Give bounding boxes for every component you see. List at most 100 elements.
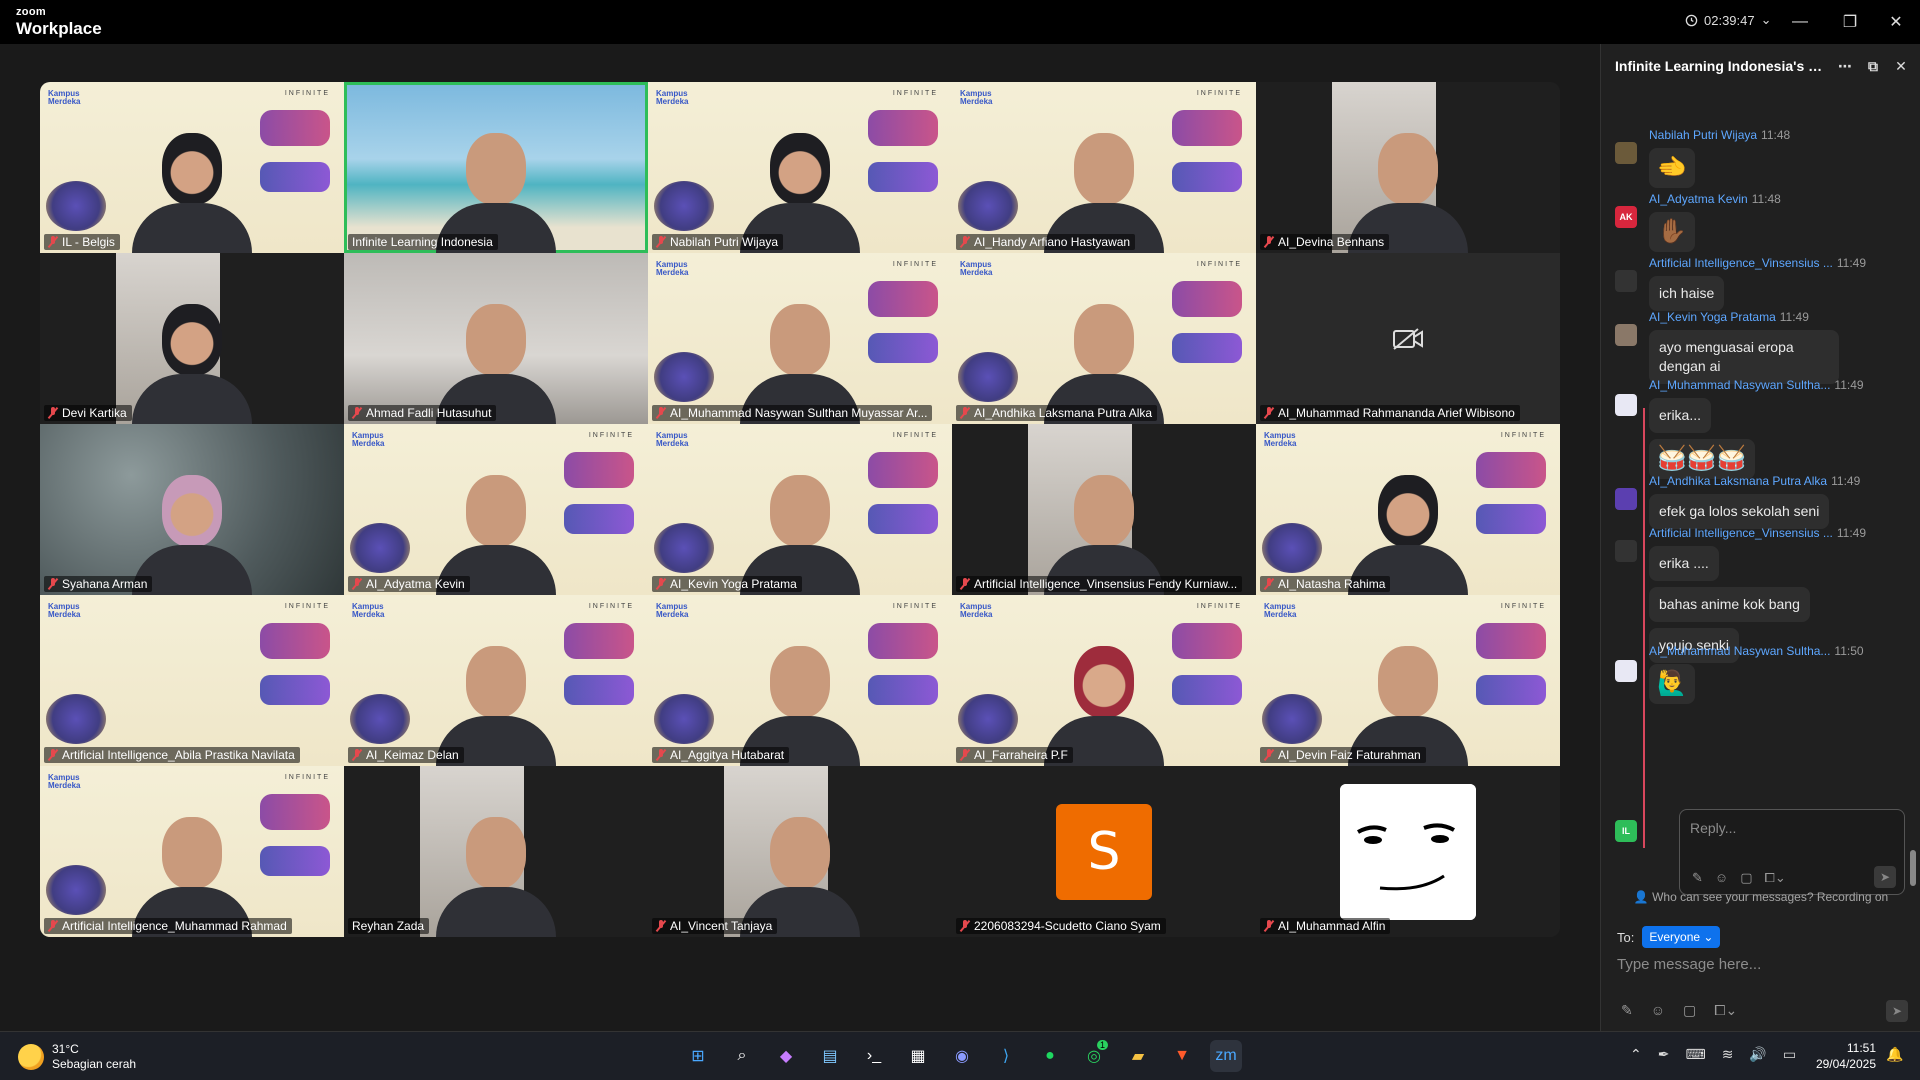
participant-tile[interactable]: Ahmad Fadli Hutasuhut	[344, 253, 648, 424]
screenshot-icon[interactable]: ⧠⌄	[1764, 870, 1785, 886]
chat-title: Infinite Learning Indonesia's Pers...	[1615, 58, 1826, 74]
meeting-timer[interactable]: 02:39:47 ⌄	[1685, 12, 1772, 28]
participant-tile[interactable]: Kampus Merdeka INFINITE AI_Aggitya Hutabara…	[648, 595, 952, 766]
kampus-merdeka-logo: Kampus Merdeka	[656, 602, 689, 619]
discord-icon[interactable]: ◉	[946, 1040, 978, 1072]
windows-start-icon[interactable]: ⊞	[682, 1040, 714, 1072]
participant-tile[interactable]: Kampus Merdeka INFINITE AI_Muhammad Nasywan…	[648, 253, 952, 424]
message-text: ayo menguasai eropa dengan ai	[1649, 330, 1839, 384]
participant-tile[interactable]: AI_Devina Benhans	[1256, 82, 1560, 253]
send-button[interactable]: ➤	[1886, 1000, 1908, 1022]
recipient-dropdown[interactable]: Everyone ⌄	[1642, 926, 1721, 948]
poster-graphic	[260, 846, 330, 876]
format-icon[interactable]: ✎	[1692, 870, 1703, 886]
search-icon[interactable]: ⌕	[726, 1040, 758, 1072]
chat-message-list[interactable]: Nabilah Putri Wijaya 11:48 🫲 AK AI_Adyatm…	[1601, 88, 1920, 848]
participant-tile[interactable]: Kampus Merdeka INFINITE Artificial Intellig…	[40, 766, 344, 937]
poster-graphic	[868, 623, 938, 659]
system-clock[interactable]: 11:51 29/04/2025	[1800, 1040, 1876, 1072]
vscode-icon[interactable]: ⟩	[990, 1040, 1022, 1072]
message-text: erika...	[1649, 398, 1712, 433]
mic-muted-icon	[1264, 578, 1274, 590]
participant-tile[interactable]: AI_Muhammad Rahmananda Arief Wibisono	[1256, 253, 1560, 424]
poster-graphic	[564, 452, 634, 488]
reply-send-button[interactable]: ➤	[1874, 866, 1896, 888]
poster-mascot	[654, 694, 714, 744]
brave-icon[interactable]: ▼	[1166, 1040, 1198, 1072]
copilot-icon[interactable]: ◆	[770, 1040, 802, 1072]
participant-tile[interactable]: Kampus Merdeka INFINITE AI_Keimaz Delan	[344, 595, 648, 766]
chat-message[interactable]: AI_Kevin Yoga Pratama 11:49 ayo menguasai…	[1649, 310, 1909, 384]
participant-tile[interactable]: Kampus Merdeka INFINITE AI_Andhika Laksmana…	[952, 253, 1256, 424]
chat-message[interactable]: AI_Muhammad Nasywan Sultha... 11:49 erika…	[1649, 378, 1909, 479]
popout-icon[interactable]: ⧉	[1864, 58, 1882, 75]
pen-icon[interactable]: ✒	[1658, 1046, 1670, 1063]
infinite-logo: INFINITE	[588, 432, 634, 439]
wifi-icon[interactable]: ≋	[1722, 1046, 1734, 1063]
timer-text: 02:39:47	[1704, 12, 1755, 28]
participant-tile[interactable]: Kampus Merdeka INFINITE AI_Adyatma Kevin	[344, 424, 648, 595]
participant-name: AI_Aggitya Hutabarat	[670, 748, 785, 762]
notification-icon[interactable]: 🔔	[1886, 1046, 1903, 1063]
participant-tile[interactable]: Kampus Merdeka INFINITE AI_Kevin Yoga Prata…	[648, 424, 952, 595]
participant-name-tag: AI_Farraheira P.F	[956, 747, 1073, 763]
participant-tile[interactable]: Infinite Learning Indonesia	[344, 82, 648, 253]
chat-message[interactable]: AI_Andhika Laksmana Putra Alka 11:49 efek…	[1649, 474, 1909, 529]
infinite-logo: INFINITE	[1196, 90, 1242, 97]
kampus-merdeka-logo: Kampus Merdeka	[1264, 602, 1297, 619]
reply-input[interactable]: Reply... ✎ ☺ ▢ ⧠⌄ ➤	[1679, 809, 1905, 895]
format-icon[interactable]: ✎	[1621, 1002, 1633, 1019]
file-icon[interactable]: ▢	[1683, 1002, 1696, 1019]
file-explorer-icon[interactable]: ▰	[1122, 1040, 1154, 1072]
screenshot-icon[interactable]: ⧠⌄	[1714, 1002, 1737, 1019]
participant-tile[interactable]: AI_Muhammad Alfin	[1256, 766, 1560, 937]
poster-graphic	[260, 623, 330, 659]
participant-tile[interactable]: Syahana Arman	[40, 424, 344, 595]
participant-tile[interactable]: Kampus Merdeka INFINITE AI_Handy Arfiano Ha…	[952, 82, 1256, 253]
emoji-icon[interactable]: ☺	[1651, 1002, 1665, 1019]
calculator-icon[interactable]: ▦	[902, 1040, 934, 1072]
chat-message[interactable]: Artificial Intelligence_Vinsensius ... 11…	[1649, 256, 1909, 311]
restore-button[interactable]: ❐	[1834, 8, 1866, 36]
participant-tile[interactable]: Kampus Merdeka INFINITE AI_Devin Faiz Fatur…	[1256, 595, 1560, 766]
participant-tile[interactable]: S 2206083294-Scudetto Ciano Syam	[952, 766, 1256, 937]
battery-icon[interactable]: ▭	[1783, 1046, 1796, 1063]
chat-message[interactable]: Artificial Intelligence_Vinsensius ... 11…	[1649, 526, 1909, 663]
visibility-notice[interactable]: 👤 Who can see your messages? Recording o…	[1601, 890, 1920, 904]
participant-name-tag: AI_Kevin Yoga Pratama	[652, 576, 802, 592]
emoji-icon[interactable]: ☺	[1715, 870, 1728, 886]
close-button[interactable]: ✕	[1880, 8, 1912, 36]
participant-tile[interactable]: AI_Vincent Tanjaya	[648, 766, 952, 937]
weather-widget[interactable]: 31°C Sebagian cerah	[18, 1042, 136, 1072]
file-icon[interactable]: ▢	[1740, 870, 1752, 886]
terminal-icon[interactable]: ›_	[858, 1040, 890, 1072]
chat-message[interactable]: AI_Muhammad Nasywan Sultha... 11:50 🙋‍♂️	[1649, 644, 1909, 704]
chat-message[interactable]: Nabilah Putri Wijaya 11:48 🫲	[1649, 128, 1909, 188]
participant-name: Infinite Learning Indonesia	[352, 235, 493, 249]
volume-icon[interactable]: 🔊	[1749, 1046, 1766, 1063]
spotify-icon[interactable]: ●	[1034, 1040, 1066, 1072]
avatar	[1615, 270, 1637, 292]
minimize-button[interactable]: —	[1784, 8, 1816, 36]
message-input[interactable]: Type message here...	[1617, 956, 1761, 973]
chevron-up-icon[interactable]: ⌃	[1630, 1046, 1642, 1063]
zoom-icon[interactable]: zm	[1210, 1040, 1242, 1072]
participant-tile[interactable]: Kampus Merdeka INFINITE Artificial Intellig…	[40, 595, 344, 766]
participant-tile[interactable]: Kampus Merdeka INFINITE AI_Natasha Rahima	[1256, 424, 1560, 595]
close-icon[interactable]: ✕	[1892, 58, 1910, 75]
participant-tile[interactable]: Kampus Merdeka INFINITE IL - Belgis	[40, 82, 344, 253]
participant-tile[interactable]: Kampus Merdeka INFINITE AI_Farraheira P.F	[952, 595, 1256, 766]
keyboard-icon[interactable]: ⌨	[1685, 1046, 1705, 1063]
notepad-icon[interactable]: ▤	[814, 1040, 846, 1072]
chat-message[interactable]: AI_Adyatma Kevin 11:48 ✋🏾	[1649, 192, 1909, 252]
chat-scrollbar[interactable]	[1910, 850, 1916, 886]
participant-tile[interactable]: Artificial Intelligence_Vinsensius Fendy…	[952, 424, 1256, 595]
whatsapp-icon[interactable]: ◎ 1	[1078, 1040, 1110, 1072]
participant-name-tag: Ahmad Fadli Hutasuhut	[348, 405, 497, 421]
participant-tile[interactable]: Reyhan Zada	[344, 766, 648, 937]
infinite-logo: INFINITE	[892, 261, 938, 268]
participant-tile[interactable]: Kampus Merdeka INFINITE Nabilah Putri Wijay…	[648, 82, 952, 253]
more-icon[interactable]: ⋯	[1836, 58, 1854, 75]
kampus-merdeka-logo: Kampus Merdeka	[48, 89, 81, 106]
participant-tile[interactable]: Devi Kartika	[40, 253, 344, 424]
